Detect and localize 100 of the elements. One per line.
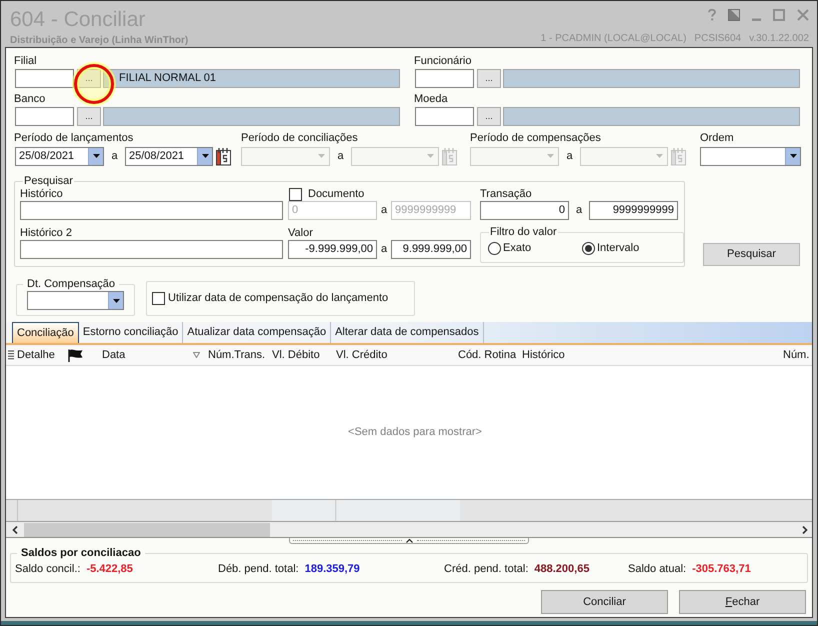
window-subtitle: Distribuição e Varejo (Linha WinThor) (10, 35, 188, 47)
program-code: PCSIS604 (694, 33, 742, 45)
caret-down-icon (656, 154, 663, 158)
caret-down-icon (427, 154, 434, 158)
action-button[interactable]: Fechar (679, 590, 806, 614)
column-header[interactable]: Vl. Crédito (336, 345, 456, 365)
range-separator: a (574, 203, 584, 218)
action-button[interactable]: Conciliar (541, 590, 668, 614)
dropdown-button[interactable] (197, 148, 212, 164)
dropdown[interactable] (700, 146, 801, 166)
splitter-handle[interactable] (289, 538, 529, 544)
input-field[interactable] (20, 240, 283, 259)
field-label: Banco (14, 92, 46, 106)
balance-label: Saldo concil.: (15, 562, 80, 577)
radio-label[interactable]: Exato (503, 240, 532, 256)
input-field[interactable]: 0 (480, 201, 569, 220)
group-title: Saldos por conciliacao (20, 547, 142, 559)
balance-value: -305.763,71 (692, 562, 751, 577)
caret-down-icon (318, 154, 325, 158)
date-combo[interactable]: 25/08/2021 (125, 146, 213, 166)
chevron-right-icon[interactable] (802, 526, 808, 534)
balance-label: Créd. pend. total: (444, 562, 528, 577)
code-input[interactable] (15, 107, 74, 126)
caret-down-icon (202, 154, 208, 158)
column-header[interactable]: Núm. (782, 345, 812, 365)
caret-down-icon (92, 154, 100, 158)
field-label: Moeda (414, 92, 449, 106)
column-chooser-icon[interactable] (8, 350, 14, 360)
input-field[interactable] (20, 201, 283, 220)
dropdown-button[interactable] (785, 148, 800, 164)
field-label: Histórico 2 (20, 226, 73, 240)
dropdown[interactable] (27, 291, 124, 310)
caret-down-icon (790, 154, 796, 158)
checkbox[interactable] (289, 188, 302, 200)
input-field[interactable]: 9999999999 (589, 201, 678, 220)
checkbox[interactable] (152, 292, 165, 305)
group-title: Filtro do valor (489, 226, 558, 238)
lookup-button[interactable]: ... (477, 69, 501, 88)
search-button[interactable]: Pesquisar (703, 243, 800, 266)
triangle-down-icon[interactable] (193, 352, 200, 358)
code-input[interactable] (415, 107, 474, 126)
radio-button[interactable] (488, 242, 501, 254)
column-header[interactable]: Histórico (519, 345, 782, 365)
lookup-button[interactable]: ... (477, 107, 501, 126)
tab[interactable]: Alterar data de compensados (331, 322, 484, 343)
calendar-icon[interactable] (215, 146, 232, 166)
summary-cell (272, 500, 336, 521)
field-label: Transação (480, 187, 533, 201)
balance-value: 189.359,79 (304, 562, 360, 577)
version-label: v.30.1.22.002 (749, 33, 809, 45)
scroll-thumb[interactable] (24, 522, 270, 536)
dropdown-button[interactable] (88, 148, 103, 164)
range-separator: a (380, 203, 388, 218)
session-info: 1 - PCADMIN (LOCAL@LOCAL) (540, 33, 686, 45)
checkbox-label[interactable]: Utilizar data de compensação do lançamento (168, 290, 388, 307)
column-header[interactable]: Vl. Débito (272, 345, 336, 365)
field-label: Histórico (20, 187, 64, 201)
field-label: Ordem (700, 131, 735, 145)
empty-message: <Sem dados para mostrar> (348, 425, 482, 440)
column-header[interactable]: Cód. Rotina (456, 345, 519, 365)
column-header[interactable]: Data (96, 345, 205, 365)
radio-button[interactable] (582, 242, 595, 254)
group-title: Pesquisar (23, 175, 74, 187)
caret-down-icon (547, 154, 554, 158)
field-label: Período de compensações (470, 131, 602, 145)
description-field: FILIAL NORMAL 01 (103, 69, 400, 88)
field-label: Período de lançamentos (14, 131, 134, 145)
caret-up-icon[interactable] (406, 538, 412, 542)
balance-value: 488.200,65 (534, 562, 590, 577)
lookup-button[interactable]: ... (77, 69, 101, 88)
checkbox-label[interactable]: Documento (308, 187, 364, 201)
group-title: Dt. Compensação (26, 278, 116, 290)
contrast-icon[interactable] (728, 9, 740, 21)
code-input[interactable] (15, 69, 74, 88)
input-field[interactable]: -9.999.999,00 (288, 240, 377, 259)
field-label: Filial (14, 54, 38, 68)
field-label: Funcionário (414, 54, 472, 68)
field-label: Período de conciliações (241, 131, 359, 145)
balance-label: Saldo atual: (628, 562, 686, 577)
range-separator: a (380, 242, 388, 257)
input-field[interactable]: 9.999.999,00 (391, 240, 471, 259)
column-header[interactable]: Detalhe (16, 345, 64, 365)
horizontal-scrollbar[interactable] (6, 521, 812, 538)
range-separator: a (336, 148, 345, 164)
field-label: Valor (288, 226, 314, 240)
tab[interactable]: Atualizar data compensação (183, 322, 332, 343)
dropdown-button[interactable] (108, 292, 123, 309)
code-input[interactable] (415, 69, 474, 88)
tab[interactable]: Estorno conciliação (78, 322, 184, 343)
balance-label: Déb. pend. total: (218, 562, 299, 577)
tab[interactable]: Conciliação (12, 322, 79, 343)
range-separator: a (565, 148, 574, 164)
range-separator: a (110, 148, 119, 164)
lookup-button[interactable]: ... (77, 107, 101, 126)
column-header[interactable]: Núm.Trans. (205, 345, 272, 365)
caret-down-icon (112, 298, 120, 302)
radio-label[interactable]: Intervalo (597, 240, 640, 256)
chevron-left-icon[interactable] (12, 526, 18, 534)
date-combo[interactable]: 25/08/2021 (15, 146, 104, 166)
balance-value: -5.422,85 (86, 562, 133, 577)
